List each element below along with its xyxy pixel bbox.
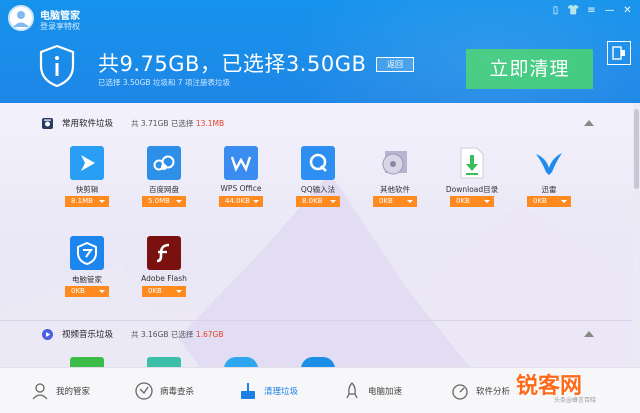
side-panel-button[interactable]	[607, 41, 631, 65]
app-item[interactable]: 电脑管家 0KB	[59, 236, 115, 306]
app-name: Adobe Flash	[141, 274, 187, 283]
size-dropdown[interactable]: 44.0KB	[219, 196, 263, 207]
size-dropdown[interactable]: 0KB	[142, 286, 186, 297]
clean-now-button[interactable]: 立即清理	[466, 49, 593, 89]
rocket-icon	[346, 382, 358, 399]
virus-scan-icon	[135, 382, 153, 400]
scrollbar[interactable]	[633, 103, 640, 367]
section-common-software-header[interactable]: 常用软件垃圾 共 3.71GB 已选择 13.1MB	[0, 112, 632, 134]
nav-software-analysis[interactable]: 软件分析	[450, 380, 510, 402]
app-item[interactable]: 百度网盘 5.0MB	[136, 146, 192, 216]
size-dropdown[interactable]: 8.0KB	[296, 196, 340, 207]
size-dropdown[interactable]: 5.0MB	[142, 196, 186, 207]
minimize-icon[interactable]: —	[603, 4, 616, 17]
avatar[interactable]	[8, 5, 34, 31]
app-name: 百度网盘	[149, 185, 179, 194]
summary-title: 共9.75GB，已选择3.50GB	[98, 52, 367, 76]
size-dropdown[interactable]: 0KB	[450, 196, 494, 207]
section-selected-size: 1.67GB	[195, 330, 224, 339]
nav-label: 我的管家	[56, 387, 91, 397]
video-app-icon[interactable]	[301, 357, 335, 367]
bird-icon	[532, 146, 566, 180]
q-icon	[301, 146, 335, 180]
watermark: 锐客网 头条@蜂言百晓	[516, 368, 634, 404]
video-category-icon	[42, 329, 53, 340]
app-item[interactable]: WPS Office 44.0KB	[213, 146, 269, 216]
app-name: 快剪辑	[75, 185, 99, 194]
video-app-icon[interactable]	[147, 357, 181, 367]
scrollbar-thumb[interactable]	[634, 109, 639, 189]
size-dropdown[interactable]: 0KB	[373, 196, 417, 207]
software-category-icon	[42, 118, 53, 129]
section-selected-size: 13.1MB	[195, 119, 225, 128]
person-icon	[32, 383, 48, 400]
collapse-arrow-icon[interactable]	[584, 331, 594, 337]
shield-info-icon	[39, 44, 75, 88]
close-icon[interactable]: ✕	[621, 4, 634, 17]
summary-subtitle: 已选择 3.50GB 垃圾和 7 项注册表垃圾	[98, 78, 230, 87]
app-item[interactable]: 其他软件 0KB	[367, 146, 423, 216]
back-button[interactable]: 返回	[376, 57, 414, 72]
section-info-prefix: 共 3.16GB 已选择	[131, 330, 194, 339]
cloud-icon	[147, 146, 181, 180]
section-info: 共 3.16GB 已选择 1.67GB	[131, 329, 223, 340]
wps-icon	[224, 146, 258, 180]
login-link[interactable]: 登录享特权	[40, 21, 80, 32]
nav-speed-up[interactable]: 电脑加速	[342, 380, 402, 402]
flash-icon	[147, 236, 181, 270]
menu-icon[interactable]: ≡	[585, 4, 598, 17]
nav-my-manager[interactable]: 我的管家	[30, 380, 90, 402]
download-icon	[455, 146, 489, 180]
app-title: 电脑管家	[40, 11, 80, 22]
phone-icon[interactable]: ▯	[549, 4, 562, 17]
section-divider	[0, 320, 632, 321]
app-item[interactable]: 快剪辑 8.1MB	[59, 146, 115, 216]
nav-label: 病毒查杀	[160, 387, 195, 397]
nav-label: 软件分析	[476, 387, 511, 397]
user-avatar-icon	[13, 11, 29, 27]
disc-icon	[378, 146, 412, 180]
play-icon	[70, 146, 104, 180]
app-name: 迅雷	[541, 185, 557, 194]
panel-exit-icon	[612, 46, 625, 60]
section-title: 视频音乐垃圾	[62, 330, 114, 340]
app-item[interactable]: 迅雷 0KB	[521, 146, 577, 216]
app-item[interactable]: Download目录 0KB	[444, 146, 500, 216]
watermark-subtext: 头条@蜂言百晓	[553, 397, 596, 404]
junk-list-panel: 常用软件垃圾 共 3.71GB 已选择 13.1MB 快剪辑 8.1MB 百度网…	[0, 103, 640, 367]
app-name: 其他软件	[380, 185, 410, 194]
speedometer-icon	[452, 384, 468, 400]
nav-label: 清理垃圾	[264, 387, 299, 397]
section-info-prefix: 共 3.71GB 已选择	[131, 119, 194, 128]
shirt-icon[interactable]: 👕	[567, 4, 580, 17]
nav-label: 电脑加速	[368, 387, 403, 397]
shield-icon	[70, 236, 104, 270]
size-dropdown[interactable]: 0KB	[65, 286, 109, 297]
section-info: 共 3.71GB 已选择 13.1MB	[131, 118, 224, 129]
header: 电脑管家 登录享特权 ▯ 👕 ≡ — ✕ 共9.75GB，已选择3.50GB 返…	[0, 0, 640, 103]
size-dropdown[interactable]: 0KB	[527, 196, 571, 207]
section-video-music-header[interactable]: 视频音乐垃圾 共 3.16GB 已选择 1.67GB	[0, 323, 632, 345]
size-dropdown[interactable]: 8.1MB	[65, 196, 109, 207]
app-name: 电脑管家	[72, 275, 102, 284]
app-name: QQ输入法	[300, 185, 336, 194]
broom-icon	[241, 383, 255, 399]
app-item[interactable]: Adobe Flash 0KB	[136, 236, 192, 306]
nav-clean-junk[interactable]: 清理垃圾	[238, 380, 298, 402]
video-app-icon[interactable]	[70, 357, 104, 367]
nav-virus-scan[interactable]: 病毒查杀	[134, 380, 194, 402]
video-app-icon[interactable]	[224, 357, 258, 367]
app-item[interactable]: QQ输入法 8.0KB	[290, 146, 346, 216]
app-name: WPS Office	[220, 184, 262, 193]
window-controls: ▯ 👕 ≡ — ✕	[549, 4, 634, 17]
app-name: Download目录	[445, 185, 499, 194]
section-title: 常用软件垃圾	[62, 119, 114, 129]
collapse-arrow-icon[interactable]	[584, 120, 594, 126]
